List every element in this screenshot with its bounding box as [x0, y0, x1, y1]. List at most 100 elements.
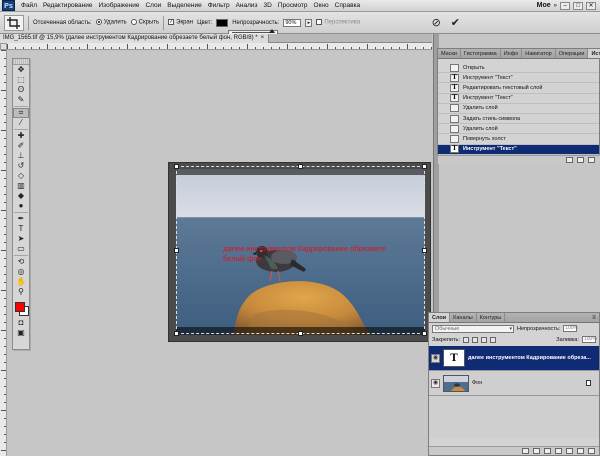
- document-tab[interactable]: IMG_1565.tif @ 15,9% (далее инструментом…: [0, 34, 270, 43]
- quick-selection-tool-icon[interactable]: ✎: [13, 95, 29, 105]
- fill-input[interactable]: 100%: [582, 336, 597, 343]
- canvas-text-layer[interactable]: далее инструментом Кадрирование обрезает…: [223, 244, 393, 264]
- crop-handle-left[interactable]: [174, 248, 179, 253]
- perspective-option[interactable]: Перспектива: [316, 19, 360, 26]
- hand-tool-icon[interactable]: ✋: [13, 277, 29, 287]
- move-tool-icon[interactable]: ✥: [13, 65, 29, 75]
- 3d-rotate-tool-icon[interactable]: ⟲: [13, 257, 29, 267]
- menu-image[interactable]: Изображение: [96, 2, 143, 9]
- type-tool-icon[interactable]: T: [13, 224, 29, 234]
- shield-checkbox[interactable]: ✓: [168, 19, 175, 26]
- perspective-checkbox[interactable]: [316, 19, 323, 26]
- history-item[interactable]: Открыть: [438, 63, 599, 74]
- history-item[interactable]: T Инструмент "Текст": [438, 73, 599, 84]
- trash-icon[interactable]: [588, 448, 595, 454]
- adjustment-layer-icon[interactable]: [555, 448, 562, 454]
- add-mask-icon[interactable]: [544, 448, 551, 454]
- menu-view[interactable]: Просмотр: [275, 2, 311, 9]
- dodge-tool-icon[interactable]: ●: [13, 201, 29, 211]
- pen-tool-icon[interactable]: ✒: [13, 214, 29, 224]
- crop-handle-top[interactable]: [298, 164, 303, 169]
- delete-option[interactable]: Удалить: [95, 19, 127, 26]
- create-snapshot-icon[interactable]: [577, 156, 584, 163]
- lock-all-icon[interactable]: [489, 336, 496, 343]
- gradient-tool-icon[interactable]: ▥: [13, 181, 29, 191]
- crop-handle-bottom-right[interactable]: [422, 331, 427, 336]
- history-item[interactable]: T Инструмент "Текст": [438, 94, 599, 104]
- shield-option[interactable]: ✓ Экран: [168, 19, 193, 26]
- history-item[interactable]: Удалить слой: [438, 104, 599, 114]
- new-group-icon[interactable]: [566, 448, 573, 454]
- visibility-eye-icon[interactable]: ◉: [431, 378, 440, 388]
- link-layers-icon[interactable]: [522, 448, 529, 454]
- menu-file[interactable]: Файл: [18, 2, 40, 9]
- opacity-slider-toggle[interactable]: ▸: [305, 18, 313, 27]
- commit-crop-button[interactable]: ✔: [451, 16, 460, 29]
- brush-tool-icon[interactable]: ✐: [13, 141, 29, 151]
- maximize-button[interactable]: □: [573, 1, 583, 10]
- tab-info[interactable]: Инфо: [501, 49, 523, 58]
- ruler-origin[interactable]: [0, 43, 7, 50]
- vertical-ruler[interactable]: [0, 43, 7, 456]
- hide-radio[interactable]: [130, 19, 137, 26]
- history-brush-source-slot[interactable]: [440, 74, 446, 82]
- history-brush-source-slot[interactable]: [440, 125, 446, 133]
- tab-navigator[interactable]: Навигатор: [522, 49, 556, 58]
- layer-row-text[interactable]: ◉ T далее инструментом Кадрирование обре…: [429, 346, 599, 371]
- blur-tool-icon[interactable]: ◆: [13, 191, 29, 201]
- visibility-eye-icon[interactable]: ◉: [431, 353, 440, 363]
- close-button[interactable]: ✕: [586, 1, 596, 10]
- history-brush-source-slot[interactable]: [440, 145, 446, 153]
- history-brush-source-slot[interactable]: [440, 64, 446, 72]
- cancel-crop-button[interactable]: ⊘: [432, 16, 441, 29]
- 3d-orbit-tool-icon[interactable]: ◎: [13, 267, 29, 277]
- menu-layers[interactable]: Слои: [142, 2, 164, 9]
- photo-pigeon-on-rock[interactable]: далее инструментом Кадрирование обрезает…: [176, 169, 425, 335]
- menu-3d[interactable]: 3D: [261, 2, 275, 9]
- crop-handle-right[interactable]: [422, 248, 427, 253]
- blend-mode-select[interactable]: Обычные: [432, 324, 514, 333]
- crop-handle-bottom[interactable]: [298, 331, 303, 336]
- menu-edit[interactable]: Редактирование: [40, 2, 96, 9]
- layer-style-icon[interactable]: [533, 448, 540, 454]
- eyedropper-tool-icon[interactable]: ⁄: [13, 118, 29, 128]
- tool-preset-picker[interactable]: [4, 14, 24, 31]
- quick-mask-icon[interactable]: ◘: [13, 318, 29, 328]
- tab-layers[interactable]: Слои: [429, 313, 451, 322]
- chevron-right-icon[interactable]: »: [554, 3, 557, 9]
- history-item[interactable]: T Инструмент "Текст": [438, 144, 599, 155]
- document-canvas[interactable]: далее инструментом Кадрирование обрезает…: [168, 162, 431, 342]
- menu-filter[interactable]: Фильтр: [205, 2, 233, 9]
- layer-name[interactable]: Фон: [472, 380, 482, 386]
- trash-icon[interactable]: [588, 156, 595, 163]
- history-item[interactable]: Удалить слой: [438, 124, 599, 135]
- lock-transparency-icon[interactable]: [462, 336, 469, 343]
- hide-option[interactable]: Скрыть: [130, 19, 159, 26]
- screen-mode-icon[interactable]: ▣: [13, 328, 29, 338]
- workspace-label[interactable]: Мое: [537, 2, 551, 9]
- minimize-button[interactable]: –: [560, 1, 570, 10]
- layer-opacity-input[interactable]: 100%: [563, 325, 578, 332]
- tab-actions[interactable]: Операции: [556, 49, 589, 58]
- lock-position-icon[interactable]: [480, 336, 487, 343]
- history-brush-source-slot[interactable]: [440, 115, 446, 123]
- panel-menu-icon[interactable]: ≡: [589, 313, 599, 322]
- tab-histogram[interactable]: Гистограмма: [461, 49, 501, 58]
- eraser-tool-icon[interactable]: ◇: [13, 171, 29, 181]
- shape-tool-icon[interactable]: ▭: [13, 244, 29, 254]
- clone-stamp-tool-icon[interactable]: ⊥: [13, 151, 29, 161]
- history-brush-source-slot[interactable]: [440, 135, 446, 143]
- opacity-slider-thumb[interactable]: [268, 29, 275, 33]
- tab-history[interactable]: История: [588, 49, 600, 58]
- delete-radio[interactable]: [95, 19, 102, 26]
- crop-tool-icon[interactable]: ⌗: [13, 108, 29, 118]
- history-brush-source-slot[interactable]: [440, 104, 446, 112]
- opacity-input[interactable]: 90%: [283, 18, 302, 27]
- path-selection-tool-icon[interactable]: ➤: [13, 234, 29, 244]
- shield-color-swatch[interactable]: [216, 18, 229, 27]
- menu-select[interactable]: Выделение: [164, 2, 204, 9]
- history-brush-source-slot[interactable]: [440, 84, 446, 92]
- layer-name[interactable]: далее инструментом Кадрирование обреза..…: [468, 355, 591, 361]
- layer-row-background[interactable]: ◉ Фон: [429, 371, 599, 396]
- crop-handle-bottom-left[interactable]: [174, 331, 179, 336]
